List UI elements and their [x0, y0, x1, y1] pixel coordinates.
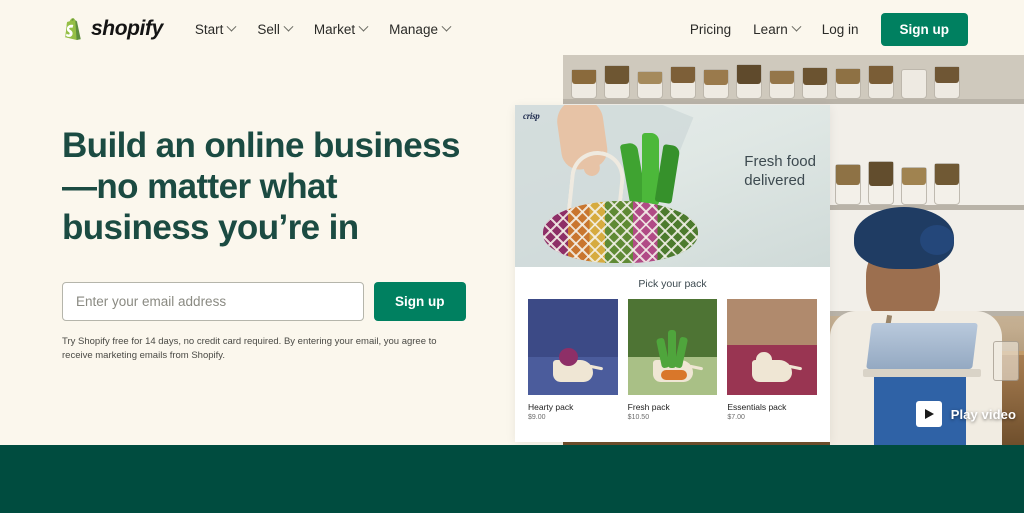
product-pack-item[interactable]: Fresh pack $10.50 — [627, 299, 718, 421]
product-thumbnail — [627, 299, 718, 395]
headline-line-3: business you’re in — [62, 207, 359, 247]
product-name: Hearty pack — [528, 402, 574, 412]
shopify-homepage: Play video crisp Fresh food delivered Pi… — [0, 0, 1024, 513]
nav-item-learn-label: Learn — [753, 21, 788, 37]
product-veg-illustration — [652, 329, 693, 382]
nav-item-login-label: Log in — [821, 21, 859, 37]
product-veg-illustration — [552, 347, 593, 382]
nav-left-group: shopify Start Sell Market Manage — [62, 17, 452, 42]
shopify-wordmark: shopify — [91, 17, 163, 40]
chevron-down-icon — [791, 21, 802, 32]
footer-band — [0, 445, 1024, 513]
product-card-tagline: Fresh food delivered — [744, 153, 816, 191]
photo-laptop-base — [863, 369, 981, 377]
nav-item-learn[interactable]: Learn — [753, 21, 802, 37]
product-veg-illustration — [752, 351, 793, 382]
hero-content: Build an online business —no matter what… — [62, 126, 482, 363]
nav-primary-links: Start Sell Market Manage — [194, 21, 452, 37]
product-thumbnail — [727, 299, 818, 395]
play-triangle-icon — [915, 401, 942, 427]
store-logo: crisp — [523, 111, 540, 121]
nav-item-pricing[interactable]: Pricing — [690, 22, 731, 37]
photo-jar-row-top — [563, 61, 1024, 99]
play-video-button[interactable]: Play video — [915, 401, 1016, 427]
headline-line-2: —no matter what — [62, 166, 338, 206]
product-pack-item[interactable]: Essentials pack $7.00 — [727, 299, 818, 421]
product-card-hero-image: crisp Fresh food delivered — [515, 105, 830, 267]
page-title: Build an online business —no matter what… — [62, 126, 482, 249]
product-pack-item[interactable]: Hearty pack $9.00 — [528, 299, 618, 421]
photo-shelf-top — [563, 99, 1024, 104]
nav-item-login[interactable]: Log in — [822, 22, 859, 37]
nav-item-start[interactable]: Start — [194, 21, 237, 37]
photo-shopkeeper-headwrap — [854, 207, 954, 269]
nav-item-sell[interactable]: Sell — [257, 21, 294, 37]
nav-item-market[interactable]: Market — [313, 21, 369, 37]
photo-laptop — [863, 323, 981, 381]
nav-item-manage-label: Manage — [389, 21, 438, 37]
pick-your-pack-title: Pick your pack — [638, 278, 707, 290]
nav-item-market-label: Market — [313, 21, 356, 37]
shopify-bag-icon — [62, 17, 84, 42]
product-price: $9.00 — [528, 414, 546, 421]
nav-item-start-label: Start — [194, 21, 224, 37]
product-name: Fresh pack — [627, 402, 670, 412]
photo-glass — [993, 341, 1019, 381]
nav-item-sell-label: Sell — [257, 21, 280, 37]
photo-leek — [619, 133, 681, 209]
nav-item-manage[interactable]: Manage — [389, 21, 452, 37]
nav-item-pricing-label: Pricing — [689, 21, 732, 37]
photo-net-bag — [543, 201, 698, 263]
hero-signup-button[interactable]: Sign up — [374, 281, 466, 321]
product-price: $10.50 — [627, 414, 650, 421]
tagline-line-2: delivered — [744, 171, 806, 189]
headline-line-1: Build an online business — [62, 126, 460, 165]
product-card-body: Pick your pack Hearty pack $9.00 Fresh p… — [515, 267, 830, 421]
signup-disclaimer: Try Shopify free for 14 days, no credit … — [62, 335, 437, 362]
product-preview-card: crisp Fresh food delivered Pick your pac… — [515, 105, 830, 442]
tagline-line-1: Fresh food — [744, 153, 816, 170]
play-video-label: Play video — [950, 406, 1016, 422]
photo-laptop-screen — [866, 323, 978, 369]
product-pack-grid: Hearty pack $9.00 Fresh pack $10.50 Esse… — [525, 299, 820, 421]
product-price: $7.00 — [727, 414, 745, 421]
chevron-down-icon — [283, 21, 294, 32]
shopify-logo[interactable]: shopify — [62, 17, 163, 42]
email-signup-form: Sign up — [62, 281, 482, 321]
product-name: Essentials pack — [727, 402, 787, 412]
nav-right-group: Pricing Learn Log in Sign up — [690, 12, 968, 46]
chevron-down-icon — [441, 21, 452, 32]
top-navigation-bar: shopify Start Sell Market Manage Pricing… — [0, 0, 1024, 58]
chevron-down-icon — [226, 21, 237, 32]
nav-signup-button[interactable]: Sign up — [880, 12, 968, 46]
email-input[interactable] — [62, 281, 364, 321]
chevron-down-icon — [358, 21, 369, 32]
product-thumbnail — [528, 299, 618, 395]
